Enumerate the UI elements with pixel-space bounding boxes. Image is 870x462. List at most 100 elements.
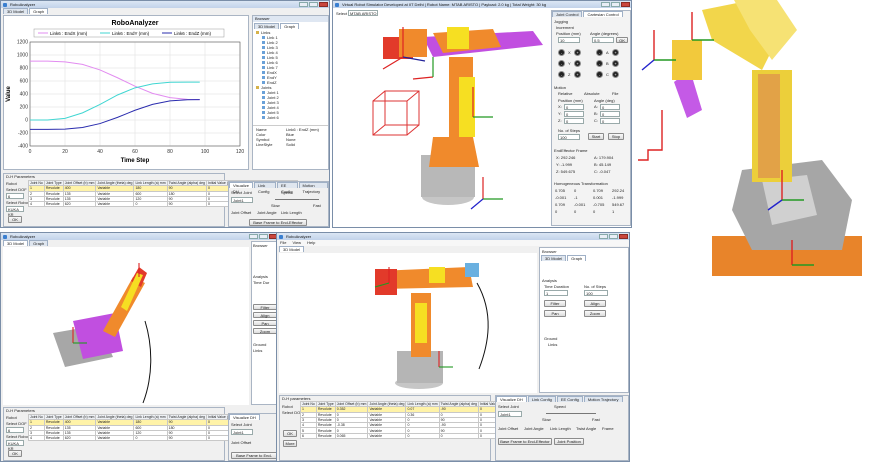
speed-slider[interactable] <box>275 199 319 200</box>
motion-angle-input[interactable]: 0 <box>600 104 620 110</box>
robot-select[interactable]: KUKA KR <box>6 206 24 217</box>
increment-ok-button[interactable]: OK <box>616 37 628 43</box>
table-cell[interactable]: 90 <box>166 435 208 442</box>
table-cell[interactable]: 620 <box>62 435 97 442</box>
tab-graph[interactable]: Graph <box>29 8 49 14</box>
motion-position-input[interactable]: 0 <box>564 104 584 110</box>
tab-3d-model[interactable]: 3D Model <box>3 8 29 14</box>
jog-minus-button[interactable]: - <box>558 60 565 67</box>
ok-button[interactable]: OK <box>283 430 297 437</box>
table-cell[interactable]: 0 <box>133 201 168 208</box>
table-cell[interactable]: 0 <box>405 432 440 440</box>
filter-button[interactable]: Filter <box>253 304 277 310</box>
steps-input[interactable]: 100 <box>558 134 580 140</box>
joint-select[interactable]: Joint1 <box>231 197 253 203</box>
table-cell[interactable]: 6 <box>300 432 317 440</box>
zoom-button[interactable]: Zoom <box>253 328 277 334</box>
absolute-radio[interactable]: Absolute <box>584 91 600 96</box>
visualize-tab[interactable]: Visualize DH <box>229 182 253 194</box>
visualize-tab[interactable]: Link Config <box>253 182 276 194</box>
table-cell[interactable]: 4 <box>28 435 45 442</box>
table-cell[interactable]: Revolute <box>315 432 336 440</box>
robot-3d-viewport[interactable] <box>3 247 249 405</box>
browser-tab-3d[interactable]: 3D Model <box>254 23 280 29</box>
angle-increment-input[interactable]: 0.5 <box>592 37 614 43</box>
motion-angle-input[interactable]: 0 <box>600 111 620 117</box>
align-button[interactable]: Align <box>253 312 277 318</box>
jog-minus-button[interactable]: - <box>558 49 565 56</box>
dof-select[interactable]: 6 <box>6 193 24 199</box>
table-cell[interactable]: Variable <box>95 201 135 208</box>
browser-tab-3d[interactable]: 3D Model <box>541 255 567 261</box>
base-frame-button[interactable]: Base Frame to End-Effector <box>249 219 307 226</box>
jog-plus-button[interactable]: + <box>574 60 581 67</box>
tab-3d-model[interactable]: 3D Model <box>3 240 29 246</box>
close-button[interactable] <box>619 234 628 239</box>
stop-button[interactable]: Stop <box>608 133 624 140</box>
tree-ground[interactable]: Ground <box>544 336 557 341</box>
table-cell[interactable]: 0 <box>133 435 168 442</box>
minimize-button[interactable] <box>299 2 308 7</box>
jog-plus-button[interactable]: + <box>612 60 619 67</box>
jog-plus-button[interactable]: + <box>574 49 581 56</box>
pan-button[interactable]: Pan <box>544 310 566 317</box>
close-button[interactable] <box>319 2 328 7</box>
dof-select[interactable]: 6 <box>6 427 24 433</box>
visualize-tab[interactable]: Motion Trajectory <box>298 182 328 194</box>
tree-links[interactable]: Links <box>253 348 262 353</box>
jog-plus-button[interactable]: + <box>612 49 619 56</box>
align-button[interactable]: Align <box>584 300 606 307</box>
motion-angle-input[interactable]: 0 <box>600 118 620 124</box>
tab-3d-model[interactable]: 3D Model <box>279 246 305 252</box>
menu-help[interactable]: Help <box>307 240 315 246</box>
tab-graph[interactable]: Graph <box>29 240 49 246</box>
table-cell[interactable]: Variable <box>367 432 407 440</box>
jog-plus-button[interactable]: + <box>612 71 619 78</box>
base-frame-button[interactable]: Base Frame to End-Effector <box>231 452 277 460</box>
jog-minus-button[interactable]: - <box>596 71 603 78</box>
tab-joint-control[interactable]: Joint Control <box>552 11 583 17</box>
visualize-tab[interactable]: Motion Trajectory <box>583 396 623 402</box>
pan-button[interactable]: Pan <box>253 320 277 326</box>
visualize-tab[interactable]: EE Config <box>276 182 298 194</box>
jog-minus-button[interactable]: - <box>596 49 603 56</box>
table-cell[interactable]: 620 <box>62 201 97 208</box>
motion-position-input[interactable]: 0 <box>564 118 584 124</box>
joint-position-button[interactable]: Joint Position <box>554 438 584 445</box>
ok-button[interactable]: OK <box>8 450 22 457</box>
tree-node[interactable]: Joint 6 <box>256 115 325 120</box>
minimize-button[interactable] <box>249 234 258 239</box>
table-cell[interactable]: 0 <box>438 432 480 440</box>
base-frame-button[interactable]: Base Frame to End-Effector <box>498 438 552 445</box>
ok-button[interactable]: OK <box>8 216 22 223</box>
maximize-button[interactable] <box>259 234 268 239</box>
motion-position-input[interactable]: 0 <box>564 111 584 117</box>
property-row[interactable]: LineStyle Solid <box>256 142 325 147</box>
visualize-tab[interactable]: Link Config <box>527 396 556 402</box>
tree-links[interactable]: Links <box>548 342 557 347</box>
table-cell[interactable]: 4 <box>28 201 45 208</box>
jog-plus-button[interactable]: + <box>574 71 581 78</box>
speed-slider[interactable] <box>546 413 596 414</box>
tree-ground[interactable]: Ground <box>253 342 266 347</box>
table-cell[interactable]: 90 <box>166 201 208 208</box>
maximize-button[interactable] <box>609 234 618 239</box>
minimize-button[interactable] <box>601 2 610 7</box>
position-increment-input[interactable]: 10 <box>558 37 580 43</box>
jog-minus-button[interactable]: - <box>596 60 603 67</box>
browser-tab-graph[interactable]: Graph <box>567 255 587 261</box>
robot-3d-viewport[interactable] <box>279 253 537 393</box>
robot-3d-viewport[interactable] <box>333 17 551 227</box>
visualize-tab[interactable]: Visualize DH <box>496 396 527 402</box>
maximize-button[interactable] <box>309 2 318 7</box>
file-radio[interactable]: File <box>612 91 618 96</box>
zoom-button[interactable]: Zoom <box>584 310 606 317</box>
more-button[interactable]: More <box>283 440 297 447</box>
start-button[interactable]: Start <box>588 133 604 140</box>
relative-radio[interactable]: Relative <box>558 91 572 96</box>
table-cell[interactable]: Revolute <box>43 201 64 208</box>
steps-input[interactable]: 100 <box>584 290 608 296</box>
jog-minus-button[interactable]: - <box>558 71 565 78</box>
tab-visualize-dh[interactable]: Visualize DH <box>229 414 260 420</box>
joint-select[interactable]: Joint1 <box>231 429 253 435</box>
